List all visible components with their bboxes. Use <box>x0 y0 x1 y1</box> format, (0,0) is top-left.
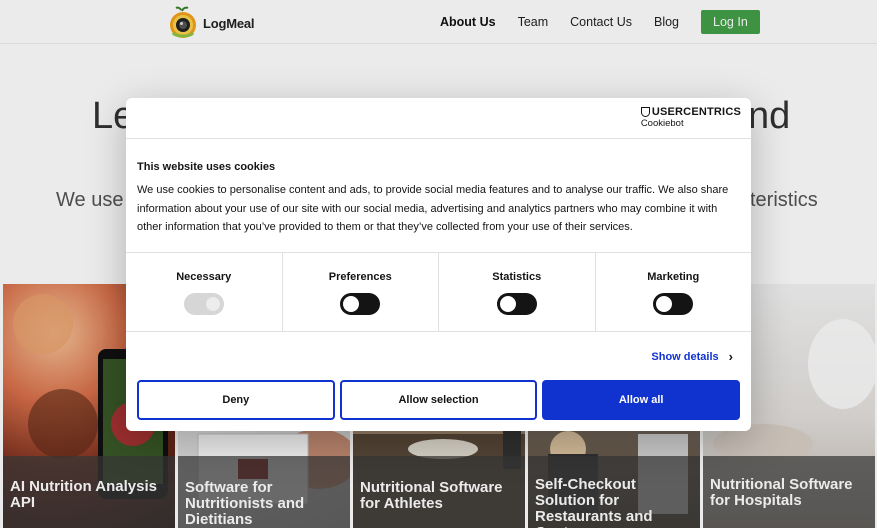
dialog-title: This website uses cookies <box>137 161 276 173</box>
cookie-consent-dialog: USERCENTRICS Cookiebot This website uses… <box>126 98 751 431</box>
consent-toggles: Necessary Preferences Statistics Marketi… <box>126 253 751 332</box>
brand-sub: Cookiebot <box>640 118 684 129</box>
consent-buttons: Deny Allow selection Allow all <box>137 380 741 420</box>
allow-all-button[interactable]: Allow all <box>542 380 741 420</box>
statistics-switch[interactable] <box>496 293 537 315</box>
chevron-right-icon: › <box>728 349 733 364</box>
shield-icon <box>640 107 650 117</box>
toggle-label: Marketing <box>647 271 700 283</box>
toggle-preferences: Preferences <box>283 253 439 331</box>
switch-knob <box>343 296 360 312</box>
toggle-statistics: Statistics <box>439 253 596 331</box>
preferences-switch[interactable] <box>340 293 381 315</box>
show-details-label: Show details <box>651 350 719 363</box>
toggle-marketing: Marketing <box>596 253 752 331</box>
dialog-text: We use cookies to personalise content an… <box>137 184 729 233</box>
dialog-header: USERCENTRICS Cookiebot <box>126 98 751 139</box>
marketing-switch[interactable] <box>653 293 694 315</box>
toggle-label: Necessary <box>176 271 232 283</box>
switch-knob <box>204 296 221 312</box>
cookiebot-brand[interactable]: USERCENTRICS Cookiebot <box>640 106 741 129</box>
page: LogMeal About Us Team Contact Us Blog Lo… <box>0 0 877 528</box>
show-details-link[interactable]: Show details › <box>651 349 733 364</box>
deny-button[interactable]: Deny <box>137 380 335 420</box>
dialog-body: This website uses cookies We use cookies… <box>126 139 751 253</box>
toggle-necessary: Necessary <box>126 253 283 331</box>
necessary-switch <box>183 293 224 315</box>
brand-name: USERCENTRICS <box>651 106 741 118</box>
switch-knob <box>656 296 673 312</box>
toggle-label: Preferences <box>328 271 392 283</box>
switch-knob <box>499 296 516 312</box>
brand-line1: USERCENTRICS <box>640 106 741 118</box>
details-row: Show details › <box>126 332 751 378</box>
toggle-label: Statistics <box>492 271 542 283</box>
allow-selection-button[interactable]: Allow selection <box>339 380 538 420</box>
